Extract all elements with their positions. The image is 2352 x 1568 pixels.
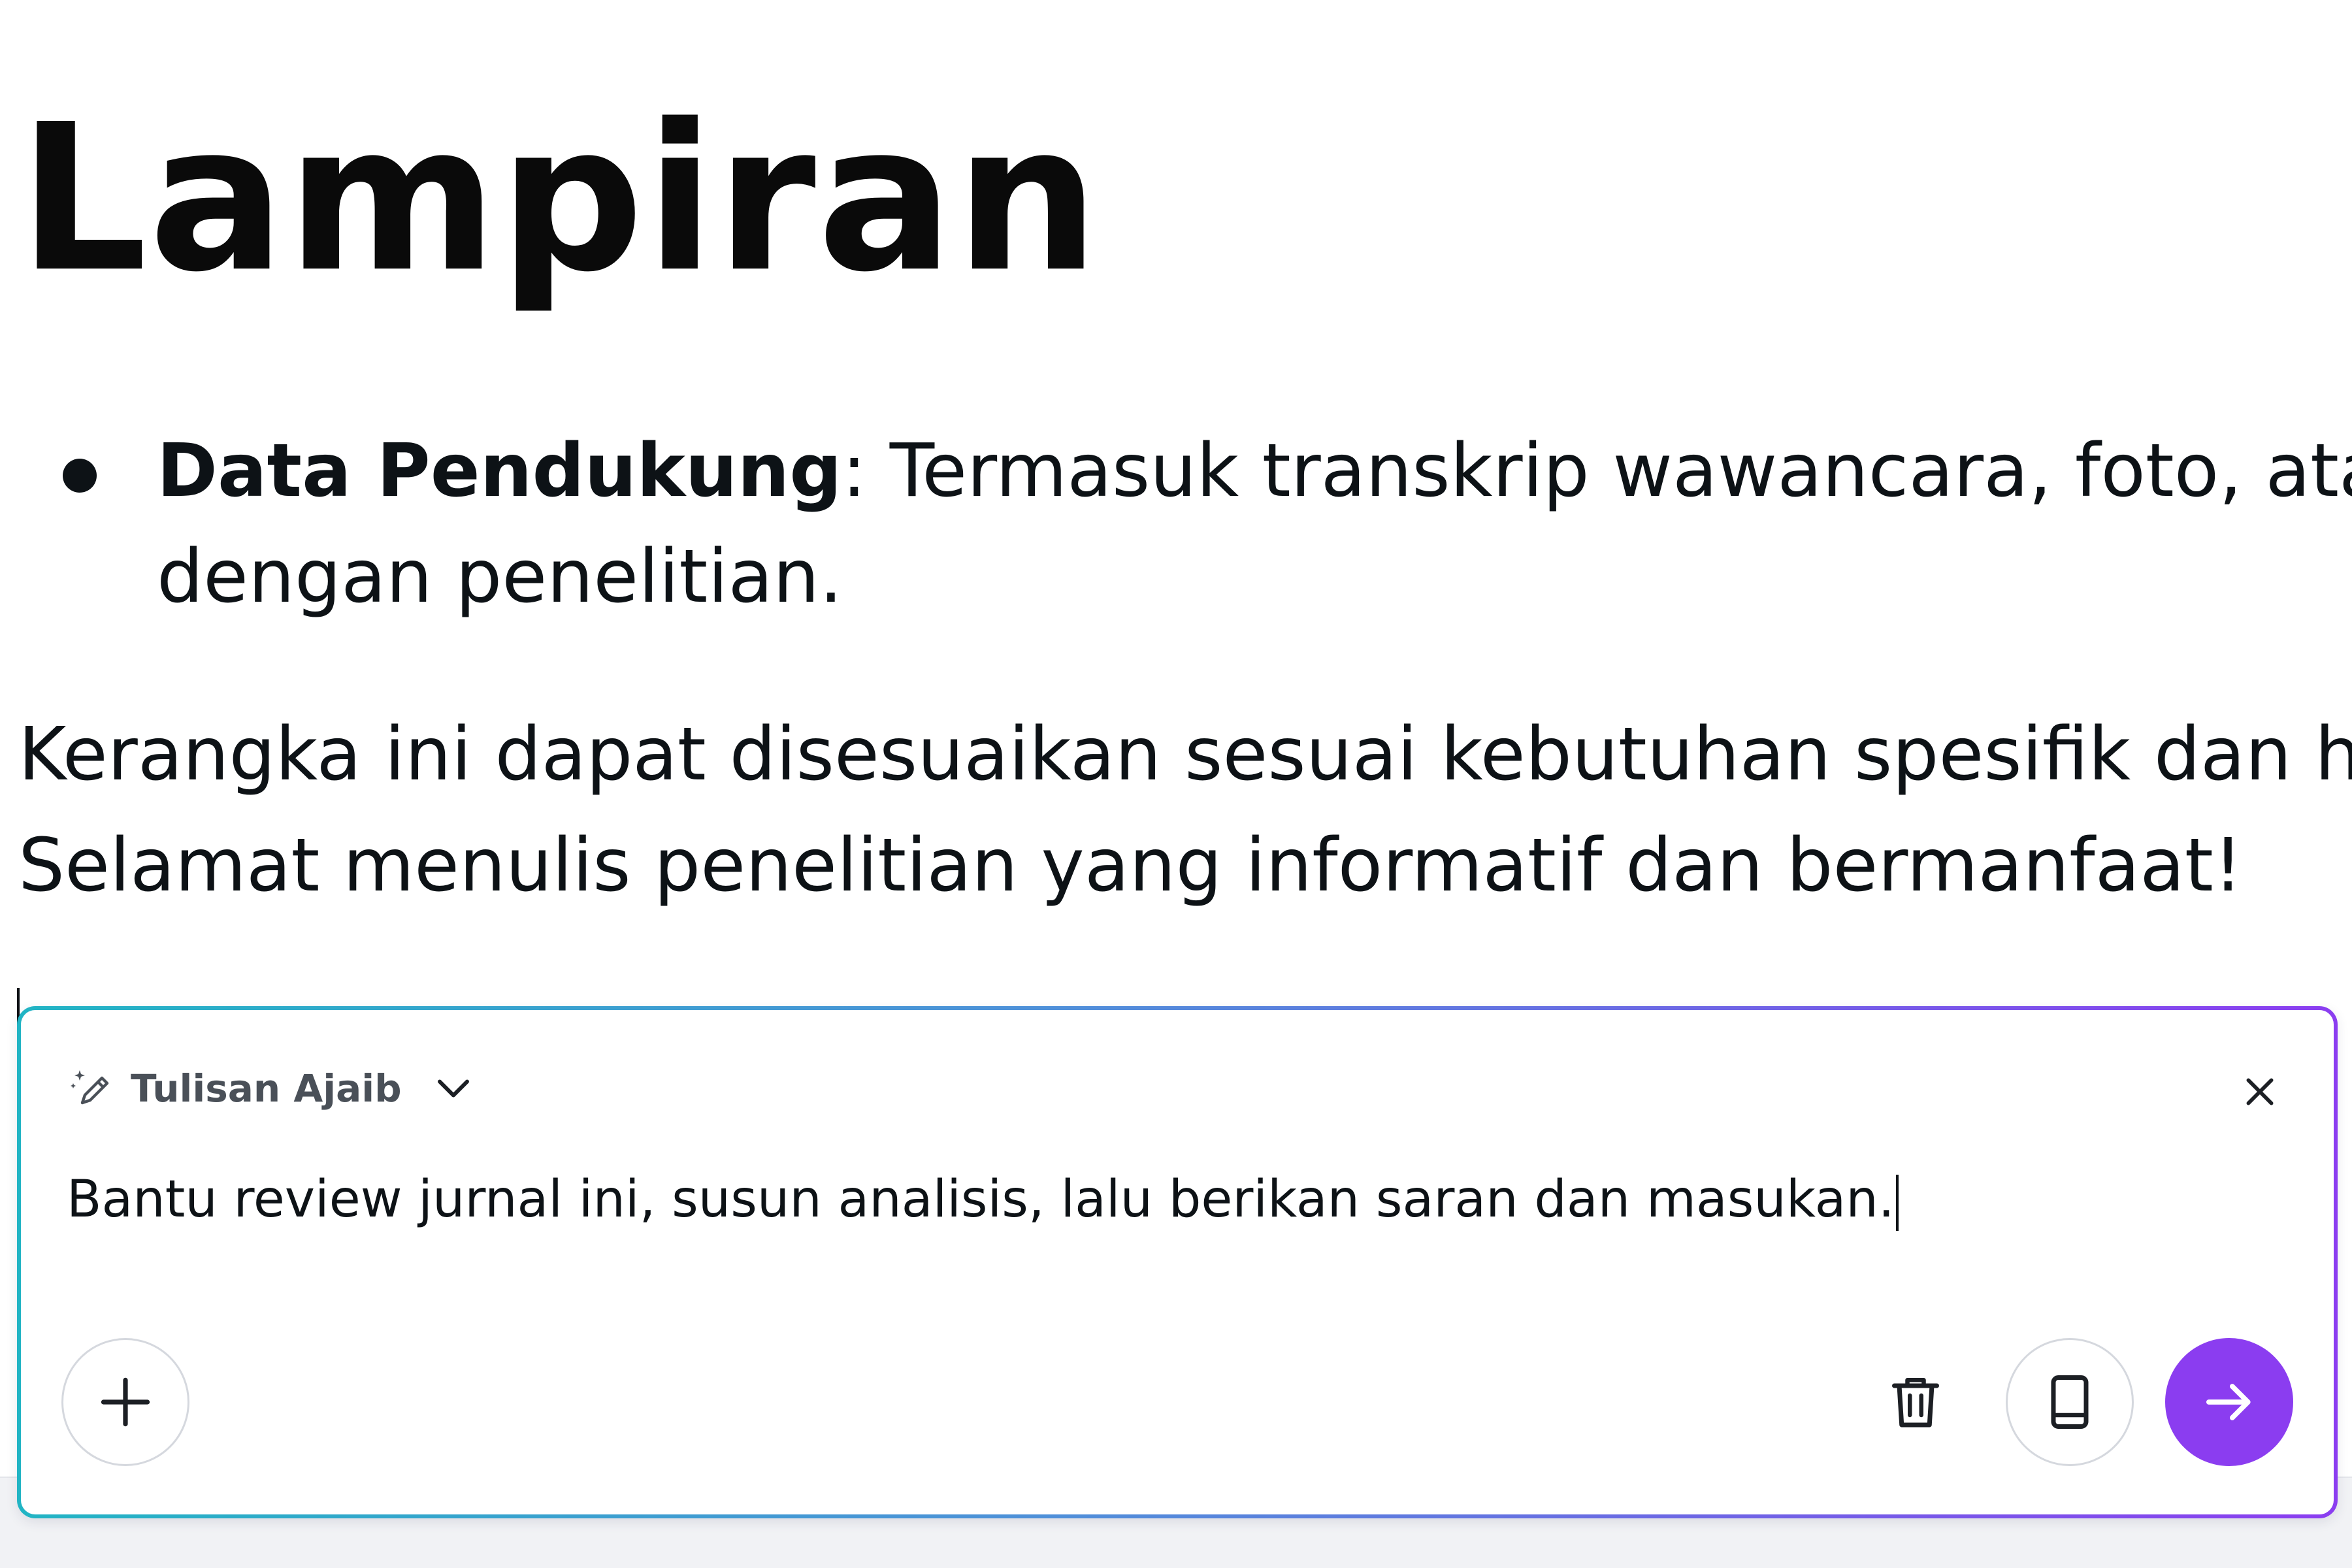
bullet-point	[63, 459, 97, 493]
magic-pencil-icon	[71, 1070, 109, 1105]
bullet-list: Data Pendukung: Termasuk transkrip wawan…	[0, 418, 2352, 630]
book-icon	[2051, 1375, 2089, 1429]
arrow-right-icon	[2206, 1384, 2251, 1420]
delete-button[interactable]	[1876, 1363, 1955, 1441]
close-icon	[2246, 1078, 2274, 1105]
library-button[interactable]	[2006, 1338, 2134, 1466]
prompt-text: Bantu review jurnal ini, susun analisis,…	[67, 1170, 1895, 1229]
add-button[interactable]	[61, 1338, 189, 1466]
list-item[interactable]: Data Pendukung: Termasuk transkrip wawan…	[0, 418, 2352, 630]
trash-icon	[1892, 1378, 1939, 1428]
magic-write-panel: Tulisan Ajaib Bantu review jurnal ini, s…	[17, 1006, 2338, 1518]
chevron-down-icon[interactable]	[431, 1066, 476, 1111]
close-button[interactable]	[2230, 1062, 2289, 1121]
prompt-text-cursor	[1895, 1174, 1899, 1231]
bullet-label: Data Pendukung	[157, 429, 842, 514]
paragraph-line-1: Kerangka ini dapat disesuaikan sesuai ke…	[18, 712, 2352, 797]
send-button[interactable]	[2165, 1338, 2293, 1466]
bullet-text-line-2: dengan penelitian.	[157, 534, 843, 619]
document-heading[interactable]: Lampiran	[18, 98, 1101, 301]
body-paragraph[interactable]: Kerangka ini dapat disesuaikan sesuai ke…	[18, 699, 2352, 921]
editor-page: Lampiran Data Pendukung: Termasuk transk…	[0, 0, 2352, 1568]
panel-header: Tulisan Ajaib	[67, 1056, 476, 1121]
bullet-text-line-1: : Termasuk transkrip wawancara, foto, at…	[841, 429, 2352, 514]
plus-icon	[101, 1377, 150, 1427]
paragraph-line-2: Selamat menulis penelitian yang informat…	[18, 823, 2243, 908]
panel-title: Tulisan Ajaib	[131, 1066, 402, 1111]
prompt-input[interactable]: Bantu review jurnal ini, susun analisis,…	[67, 1154, 2288, 1245]
